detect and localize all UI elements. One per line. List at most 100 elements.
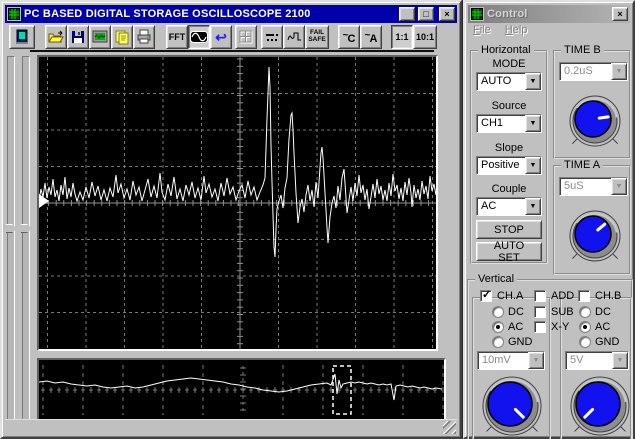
menu-file[interactable]: File	[473, 24, 491, 40]
ch-b-checkbox[interactable]: ✓	[578, 290, 590, 302]
desktop: PC BASED DIGITAL STORAGE OSCILLOSCOPE 21…	[0, 0, 635, 439]
time-b-knob[interactable]	[562, 88, 628, 154]
probe-1to1-button[interactable]: 1:1	[391, 25, 413, 49]
time-a-group-label: TIME A	[561, 159, 604, 171]
main-window: PC BASED DIGITAL STORAGE OSCILLOSCOPE 21…	[0, 0, 462, 439]
time-a-select-arrow[interactable]: ▼	[611, 178, 627, 195]
add-label: ADD	[551, 290, 575, 302]
ch-b-gnd-label: GND	[595, 336, 620, 348]
volts-b-select[interactable]: 5V ▼	[565, 351, 629, 370]
source-select[interactable]: CH1 ▼	[476, 114, 542, 133]
channel-a-slider-thumb[interactable]	[6, 224, 17, 233]
calibrate-c-button[interactable]: ~C	[338, 25, 360, 49]
save-floppy-icon	[72, 31, 84, 43]
copy-notes-button[interactable]	[111, 25, 133, 49]
ch-b-dc-radio[interactable]	[579, 306, 591, 318]
sub-label: SUB	[551, 306, 574, 318]
couple-select-arrow[interactable]: ▼	[525, 198, 541, 215]
couple-label: Couple	[491, 183, 527, 195]
sine-wave-icon	[190, 31, 208, 43]
control-menubar: File Help	[469, 24, 527, 40]
ch-a-ac-radio[interactable]	[492, 321, 504, 333]
exit-door-icon	[16, 29, 28, 44]
xy-checkbox[interactable]: ✓	[534, 321, 546, 333]
mode-select[interactable]: AUTO ▼	[476, 72, 542, 91]
add-checkbox[interactable]: ✓	[534, 290, 546, 302]
slope-select-arrow[interactable]: ▼	[525, 157, 541, 174]
time-a-select[interactable]: 5uS ▼	[559, 177, 628, 196]
save-button[interactable]	[67, 25, 89, 49]
calibrate-a-button[interactable]: ~A	[360, 25, 382, 49]
open-button[interactable]	[45, 25, 67, 49]
ch-a-ac-label: AC	[508, 321, 524, 333]
horizontal-group-label: Horizontal	[478, 44, 534, 56]
close-button[interactable]: ×	[439, 7, 455, 21]
toolbar: FFT ↩ FAIL SAFE ~C ~A 1:1 10:1	[5, 24, 457, 50]
volts-a-select-arrow[interactable]: ▼	[528, 352, 544, 369]
menu-help[interactable]: Help	[505, 24, 528, 40]
horizontal-group: Horizontal MODE AUTO ▼ Source CH1 ▼ Slop…	[470, 44, 548, 264]
main-titlebar[interactable]: PC BASED DIGITAL STORAGE OSCILLOSCOPE 21…	[5, 5, 457, 23]
toolbar-divider	[30, 50, 434, 52]
undo-arrow-icon: ↩	[215, 29, 227, 45]
resize-grip[interactable]	[443, 421, 456, 434]
interpolation-button[interactable]	[283, 25, 305, 49]
fft-label: FFT	[168, 31, 186, 42]
ch-a-gnd-radio[interactable]	[492, 336, 504, 348]
volts-b-knob[interactable]	[563, 369, 635, 439]
couple-select[interactable]: AC ▼	[476, 197, 542, 216]
fail-safe-label: FAIL SAFE	[308, 29, 326, 43]
ch-b-ac-radio[interactable]	[579, 321, 591, 333]
trigger-level-marker[interactable]	[39, 194, 49, 208]
control-close-button[interactable]: ×	[612, 7, 628, 21]
exit-button[interactable]	[9, 25, 35, 49]
vertical-group: Vertical ✓ CH.A ✓ ADD ✓ CH.B DC ✓ SUB DC…	[467, 273, 635, 439]
notes-icon	[115, 30, 129, 45]
main-window-title: PC BASED DIGITAL STORAGE OSCILLOSCOPE 21…	[24, 8, 311, 20]
minimize-button[interactable]: _	[399, 7, 415, 21]
ch-b-gnd-radio[interactable]	[579, 336, 591, 348]
channel-a-position-slider[interactable]	[6, 56, 17, 420]
dash-dots-icon	[265, 34, 278, 41]
channel-b-slider-thumb[interactable]	[21, 224, 32, 233]
volts-a-select[interactable]: 10mV ▼	[477, 351, 545, 370]
control-app-icon	[470, 7, 484, 21]
time-a-group: TIME A 5uS ▼	[553, 159, 631, 275]
volts-a-knob[interactable]	[475, 369, 549, 439]
slope-select[interactable]: Positive ▼	[476, 156, 542, 175]
stop-button[interactable]: STOP	[476, 220, 542, 239]
overview-display[interactable]	[37, 358, 446, 422]
dotted-line-button[interactable]	[261, 25, 283, 49]
ch-b-dc-label: DC	[595, 306, 611, 318]
capture-screen-button[interactable]	[89, 25, 111, 49]
fft-button[interactable]: FFT	[166, 25, 188, 49]
source-select-arrow[interactable]: ▼	[525, 115, 541, 132]
control-titlebar[interactable]: Control ×	[468, 5, 630, 23]
maximize-button[interactable]: □	[418, 7, 434, 21]
xy-label: X-Y	[551, 321, 570, 333]
open-folder-icon	[48, 30, 64, 43]
vertical-group-label: Vertical	[475, 273, 518, 285]
slope-label: Slope	[494, 142, 524, 154]
time-a-knob[interactable]	[562, 203, 628, 269]
probe-10to1-button[interactable]: 10:1	[413, 25, 437, 49]
waveform-display-button[interactable]	[188, 25, 210, 49]
grid-toggle-button[interactable]	[235, 25, 257, 49]
print-button[interactable]	[133, 25, 155, 49]
time-b-group-label: TIME B	[561, 44, 604, 56]
auto-set-button[interactable]: AUTO SET	[476, 240, 542, 264]
undo-sweep-button[interactable]: ↩	[210, 25, 232, 49]
channel-b-position-slider[interactable]	[21, 56, 32, 420]
cal-a-icon: ~A	[364, 29, 378, 45]
sub-checkbox[interactable]: ✓	[534, 306, 546, 318]
time-b-select[interactable]: 0.2uS ▼	[559, 62, 628, 81]
overview-plot	[39, 365, 444, 415]
ch-a-dc-radio[interactable]	[492, 306, 504, 318]
main-scope-display[interactable]	[37, 55, 438, 351]
mode-select-arrow[interactable]: ▼	[525, 73, 541, 90]
time-b-select-arrow[interactable]: ▼	[611, 63, 627, 80]
source-label: Source	[491, 100, 527, 112]
volts-b-select-arrow[interactable]: ▼	[612, 352, 628, 369]
ch-a-checkbox[interactable]: ✓	[480, 289, 492, 302]
fail-safe-button[interactable]: FAIL SAFE	[305, 25, 329, 49]
